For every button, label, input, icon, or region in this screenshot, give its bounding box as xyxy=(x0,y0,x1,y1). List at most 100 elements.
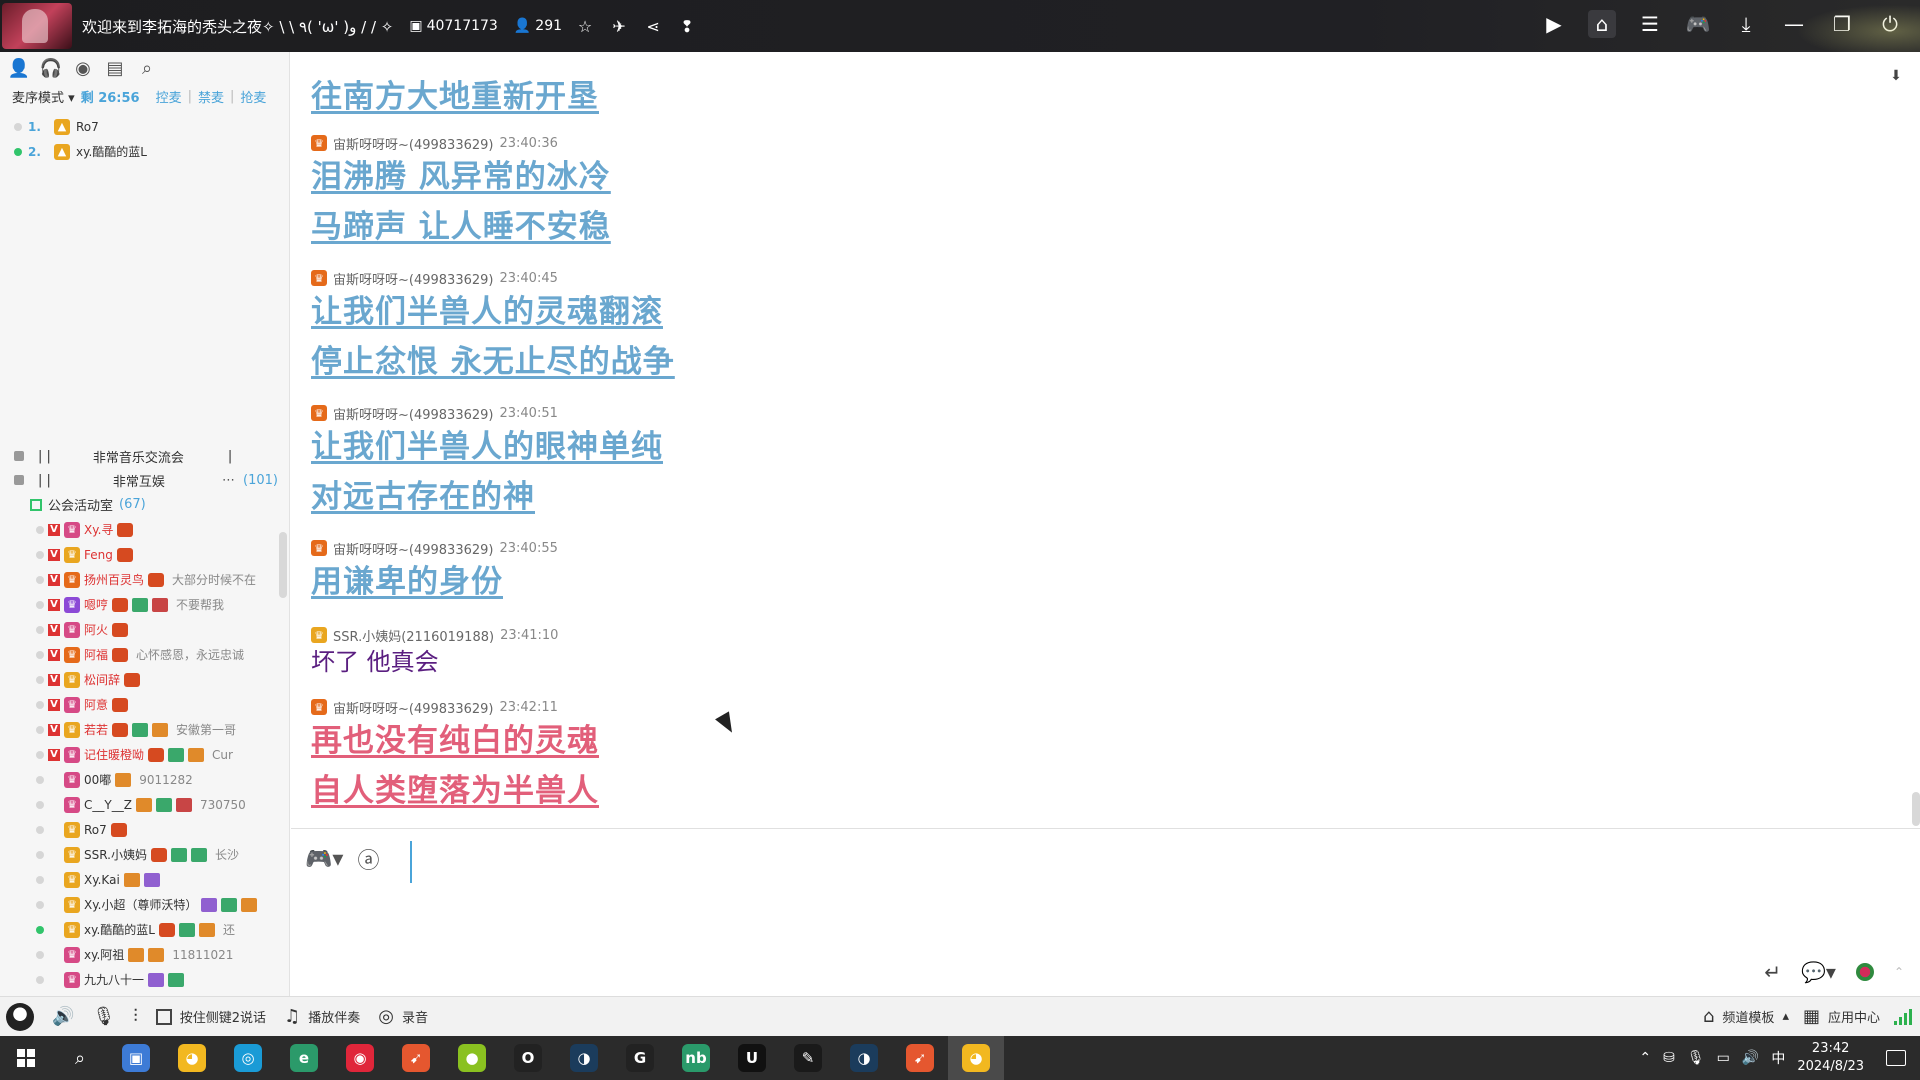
app-center-button[interactable]: ▦ 应用中心 xyxy=(1803,1006,1880,1027)
taskbar-edge-app[interactable]: e xyxy=(276,1036,332,1080)
taskbar-yellow-app[interactable]: ● xyxy=(444,1036,500,1080)
taskbar-steam-app[interactable]: ◑ xyxy=(556,1036,612,1080)
message-sender[interactable]: 宙斯呀呀呀~(499833629) xyxy=(333,698,493,717)
member-item[interactable]: V ♛ 松间辞 xyxy=(0,667,282,692)
restore-icon[interactable]: ❐ xyxy=(1828,10,1856,38)
taskbar-yy-app[interactable]: ◕ xyxy=(164,1036,220,1080)
message-sender[interactable]: SSR.小姨妈(2116019188) xyxy=(333,626,494,645)
member-item[interactable]: V ♛ 若若 安徽第一哥 xyxy=(0,717,282,742)
plane-icon[interactable]: ✈ xyxy=(608,15,630,37)
member-item[interactable]: ♛ Xy.Kai xyxy=(0,867,282,892)
search-icon[interactable]: ⌕ xyxy=(136,57,158,79)
location-icon[interactable]: ◉ xyxy=(72,57,94,79)
member-item[interactable]: V ♛ 记住暖橙呦 Cur xyxy=(0,742,282,767)
channel-item[interactable]: | | 非常互娱 ⋯ (101) xyxy=(0,468,290,492)
member-item[interactable]: V ♛ 扬州百灵鸟 大部分时候不在 xyxy=(0,567,282,592)
member-item[interactable]: V ♛ 阿意 xyxy=(0,692,282,717)
chat-bubble-icon[interactable]: 💬▾ xyxy=(1801,960,1836,984)
my-avatar[interactable] xyxy=(6,1002,34,1031)
member-item[interactable]: V ♛ 嗯哼 不要帮我 xyxy=(0,592,282,617)
member-item[interactable]: ♛ xy.阿祖 11811021 xyxy=(0,942,282,967)
mic-tray-icon[interactable]: 🎙 xyxy=(1687,1050,1705,1066)
member-item[interactable]: V ♛ 阿福 心怀感恩，永远忠诚 xyxy=(0,642,282,667)
push-to-talk-toggle[interactable]: 按住侧键2说话 xyxy=(155,1007,266,1026)
member-item[interactable]: ♛ xy.酷酷的蓝L 还 xyxy=(0,917,282,942)
power-icon[interactable]: ⏻ xyxy=(1876,10,1904,38)
mic-mode-select[interactable]: 麦序模式 ▾ xyxy=(12,87,75,106)
flower-icon[interactable] xyxy=(1855,963,1874,981)
emoji-icon[interactable]: 🎮▾ xyxy=(305,847,343,872)
speaker-icon[interactable]: 🔊 xyxy=(52,1006,74,1027)
taskbar-yy2-app[interactable]: ◕ xyxy=(948,1036,1004,1080)
message-sender[interactable]: 宙斯呀呀呀~(499833629) xyxy=(333,134,493,153)
member-item[interactable]: ♛ Ro7 xyxy=(0,817,282,842)
notification-icon[interactable] xyxy=(1886,1050,1906,1066)
ban-mic-button[interactable]: 禁麦 xyxy=(198,87,224,106)
control-mic-button[interactable]: 控麦 xyxy=(156,87,182,106)
member-item[interactable]: V ♛ Feng xyxy=(0,542,282,567)
taskbar-unreal-app[interactable]: U xyxy=(724,1036,780,1080)
chat-scrollbar[interactable] xyxy=(1912,792,1920,826)
message-sender[interactable]: 宙斯呀呀呀~(499833629) xyxy=(333,404,493,423)
taskbar-explorer-app[interactable]: ▣ xyxy=(108,1036,164,1080)
vip-badge-icon: V xyxy=(48,598,60,611)
minimize-icon[interactable]: — xyxy=(1780,10,1808,38)
star-icon[interactable]: ☆ xyxy=(574,15,596,37)
message-input-area[interactable]: 🎮▾ ⓐ ↵ 💬▾ ⌃ xyxy=(291,828,1920,996)
taskbar-cortana-app[interactable]: ◎ xyxy=(220,1036,276,1080)
volume-icon[interactable]: 🔊 xyxy=(1742,1050,1759,1066)
headset-icon[interactable]: 🎧 xyxy=(40,57,62,79)
status-dot xyxy=(36,875,44,884)
taskbar-g-app[interactable]: G xyxy=(612,1036,668,1080)
text-style-icon[interactable]: ⓐ xyxy=(357,843,379,875)
scroll-down-icon[interactable]: ⬇ xyxy=(1886,66,1906,86)
more-icon[interactable]: ⋯ xyxy=(222,473,235,488)
collapse-icon[interactable]: ⌃ xyxy=(1894,965,1904,979)
queue-item[interactable]: 2. ▲ xy.酷酷的蓝L xyxy=(14,139,289,164)
taskbar-thunder2-app[interactable]: ➹ xyxy=(892,1036,948,1080)
left-scrollbar[interactable] xyxy=(279,532,287,598)
grab-mic-button[interactable]: 抢麦 xyxy=(240,87,266,106)
channel-template-button[interactable]: ⌂ 频道模板 ▴ xyxy=(1703,1006,1789,1027)
share-icon[interactable]: ⋖ xyxy=(642,15,664,37)
display-icon[interactable]: ▭ xyxy=(1717,1050,1730,1066)
channel-item[interactable]: | | 非常音乐交流会 | xyxy=(0,444,290,468)
taskbar-osu-app[interactable]: O xyxy=(500,1036,556,1080)
clock[interactable]: 23:42 2024/8/23 xyxy=(1797,1040,1864,1076)
ime-indicator[interactable]: 中 xyxy=(1771,1048,1785,1068)
room-avatar[interactable] xyxy=(2,3,72,49)
taskbar-editor-app[interactable]: ✎ xyxy=(780,1036,836,1080)
message-sender[interactable]: 宙斯呀呀呀~(499833629) xyxy=(333,539,493,558)
home-icon[interactable]: ⌂ xyxy=(1588,10,1616,38)
tray-expand-icon[interactable]: ⌃ xyxy=(1639,1050,1651,1066)
microphone-icon[interactable]: 🎙 xyxy=(92,1006,115,1027)
info-icon[interactable]: ❢ xyxy=(676,15,698,37)
send-icon[interactable]: ↵ xyxy=(1764,960,1781,984)
notes-icon[interactable]: ▤ xyxy=(104,57,126,79)
taskbar-search[interactable]: ⌕ xyxy=(52,1036,108,1080)
member-item[interactable]: ♛ Xy.小超（尊师沃特） xyxy=(0,892,282,917)
member-item[interactable]: ♛ SSR.小姨妈 长沙 xyxy=(0,842,282,867)
list-icon[interactable]: ☰ xyxy=(1636,10,1664,38)
taskbar-nb-app[interactable]: nb xyxy=(668,1036,724,1080)
queue-item[interactable]: 1. ▲ Ro7 xyxy=(14,114,289,139)
gamepad-icon[interactable]: 🎮 xyxy=(1684,10,1712,38)
member-item[interactable]: ♛ C__Y__Z 730750 xyxy=(0,792,282,817)
network-share-icon[interactable]: ⛁ xyxy=(1663,1050,1675,1066)
video-icon[interactable]: ▶ xyxy=(1540,10,1568,38)
download-icon[interactable]: ⤓ xyxy=(1732,10,1760,38)
message-sender[interactable]: 宙斯呀呀呀~(499833629) xyxy=(333,269,493,288)
mixer-icon[interactable]: ⫶ xyxy=(133,1006,138,1027)
record-button[interactable]: ◎ 录音 xyxy=(378,1006,428,1027)
taskbar-steam2-app[interactable]: ◑ xyxy=(836,1036,892,1080)
member-item[interactable]: ♛ 九九八十一 xyxy=(0,967,282,992)
member-item[interactable]: V ♛ 阿火 xyxy=(0,617,282,642)
taskbar-netease-music-app[interactable]: ◉ xyxy=(332,1036,388,1080)
play-music-button[interactable]: ♫ 播放伴奏 xyxy=(284,1006,360,1027)
member-item[interactable]: ♛ 00嘟 9011282 xyxy=(0,767,282,792)
sub-channel[interactable]: 公会活动室 (67) xyxy=(0,492,290,517)
start-button[interactable] xyxy=(0,1036,52,1080)
taskbar-thunder-app[interactable]: ➹ xyxy=(388,1036,444,1080)
user-icon[interactable]: 👤 xyxy=(8,57,30,79)
member-item[interactable]: V ♛ Xy.寻 xyxy=(0,517,282,542)
